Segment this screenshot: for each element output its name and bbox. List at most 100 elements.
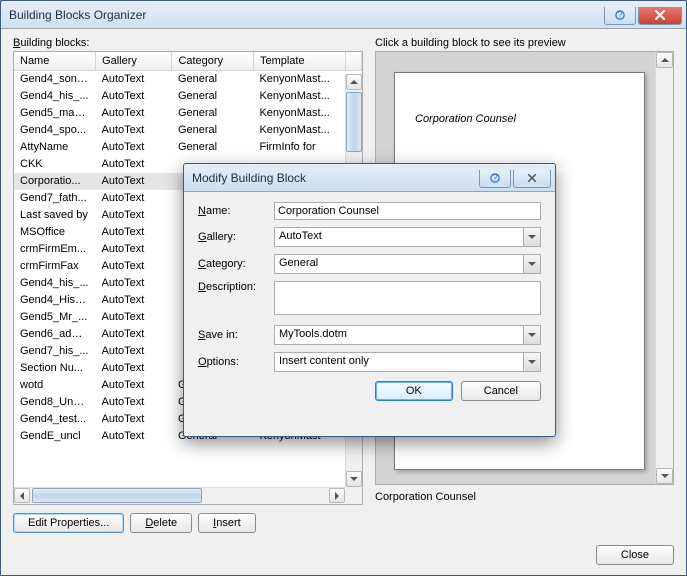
cell-gallery: AutoText (96, 207, 172, 224)
cell-gallery: AutoText (96, 224, 172, 241)
label-options: Options: (198, 356, 268, 368)
titlebar: Building Blocks Organizer ? (1, 1, 686, 29)
cell-gallery: AutoText (96, 411, 172, 428)
cancel-button[interactable]: Cancel (461, 381, 541, 401)
savein-combo[interactable]: MyTools.dotm (274, 325, 541, 345)
cell-name: Gend4_spo... (14, 122, 96, 139)
cell-name: Gend4_son_... (14, 71, 96, 88)
savein-value: MyTools.dotm (279, 328, 347, 340)
column-header-category[interactable]: Category (172, 52, 254, 71)
column-header-scroll (345, 52, 361, 71)
chevron-down-icon (523, 353, 540, 371)
cell-gallery: AutoText (96, 360, 172, 377)
close-dialog-button[interactable]: Close (596, 545, 674, 565)
scroll-up-icon[interactable] (346, 74, 362, 90)
main-action-row: Edit Properties... Delete Insert (13, 513, 674, 533)
table-row[interactable]: Gend4_his_...AutoTextGeneralKenyonMast..… (14, 88, 362, 105)
building-blocks-label: Building blocks: (13, 37, 363, 49)
help-button[interactable]: ? (604, 7, 636, 25)
label-description: Description: (198, 281, 268, 293)
preview-content: Corporation Counsel (415, 113, 516, 125)
cell-gallery: AutoText (96, 377, 172, 394)
cell-name: Gend5_man... (14, 105, 96, 122)
cell-name: CKK (14, 156, 96, 173)
modify-action-row: OK Cancel (198, 381, 541, 401)
table-row[interactable]: Gend5_man...AutoTextGeneralKenyonMast... (14, 105, 362, 122)
scroll-down-icon[interactable] (656, 468, 673, 484)
scroll-down-icon[interactable] (346, 471, 362, 487)
scroll-corner (345, 487, 362, 504)
edit-properties-button[interactable]: Edit Properties... (13, 513, 124, 533)
preview-caption: Corporation Counsel (375, 489, 674, 505)
preview-label: Click a building block to see its previe… (375, 37, 674, 49)
cell-template: KenyonMast... (253, 122, 345, 139)
cell-gallery: AutoText (96, 139, 172, 156)
cell-gallery: AutoText (96, 88, 172, 105)
cell-template: KenyonMast... (253, 71, 345, 88)
options-combo[interactable]: Insert content only (274, 352, 541, 372)
cell-name: Gend4_His_... (14, 292, 96, 309)
delete-button[interactable]: Delete (130, 513, 192, 533)
scroll-up-icon[interactable] (656, 52, 673, 68)
cell-name: wotd (14, 377, 96, 394)
cell-gallery: AutoText (96, 309, 172, 326)
cell-gallery: AutoText (96, 122, 172, 139)
cell-name: MSOffice (14, 224, 96, 241)
scroll-left-icon[interactable] (14, 488, 30, 503)
column-header-gallery[interactable]: Gallery (96, 52, 172, 71)
cell-name: crmFirmEm... (14, 241, 96, 258)
cell-name: Gend7_fath... (14, 190, 96, 207)
table-row[interactable]: Gend4_son_...AutoTextGeneralKenyonMast..… (14, 71, 362, 88)
window-title: Building Blocks Organizer (9, 8, 604, 22)
cell-gallery: AutoText (96, 156, 172, 173)
cell-name: Section Nu... (14, 360, 96, 377)
label-name: Name: (198, 205, 268, 217)
chevron-down-icon (523, 228, 540, 246)
cell-category: General (172, 71, 254, 88)
gallery-value: AutoText (279, 230, 322, 242)
modify-help-button[interactable]: ? (479, 170, 511, 188)
options-value: Insert content only (279, 355, 369, 367)
cell-name: Gend4_his_... (14, 88, 96, 105)
cell-category: General (172, 88, 254, 105)
cell-name: AttyName (14, 139, 96, 156)
cell-name: Last saved by (14, 207, 96, 224)
gallery-combo[interactable]: AutoText (274, 227, 541, 247)
cell-gallery: AutoText (96, 241, 172, 258)
cell-category: General (172, 122, 254, 139)
cell-gallery: AutoText (96, 394, 172, 411)
table-row[interactable]: Gend4_spo...AutoTextGeneralKenyonMast... (14, 122, 362, 139)
cell-gallery: AutoText (96, 258, 172, 275)
cell-gallery: AutoText (96, 173, 172, 190)
scroll-thumb[interactable] (346, 92, 362, 152)
svg-text:?: ? (492, 173, 497, 183)
preview-scrollbar[interactable] (655, 52, 673, 484)
description-input[interactable] (274, 281, 541, 315)
insert-button[interactable]: Insert (198, 513, 256, 533)
column-header-template[interactable]: Template (253, 52, 345, 71)
scroll-right-icon[interactable] (329, 488, 345, 503)
modify-titlebar: Modify Building Block ? (184, 164, 555, 192)
modify-building-block-dialog: Modify Building Block ? Name: Gallery: A… (183, 163, 556, 437)
label-savein: Save in: (198, 329, 268, 341)
close-button[interactable] (638, 7, 682, 25)
scroll-thumb-h[interactable] (32, 488, 202, 503)
row-savein: Save in: MyTools.dotm (198, 325, 541, 345)
horizontal-scrollbar[interactable] (14, 487, 345, 504)
modify-close-button[interactable] (513, 170, 551, 188)
cell-name: Gend8_Uncl... (14, 394, 96, 411)
table-row[interactable]: AttyNameAutoTextGeneralFirmInfo for (14, 139, 362, 156)
close-icon (654, 9, 666, 21)
name-input[interactable] (274, 202, 541, 220)
cell-name: Gend4_test... (14, 411, 96, 428)
cell-gallery: AutoText (96, 326, 172, 343)
ok-button[interactable]: OK (375, 381, 453, 401)
category-combo[interactable]: General (274, 254, 541, 274)
category-value: General (279, 257, 318, 269)
close-row: Close (13, 545, 674, 565)
column-header-name[interactable]: Name (14, 52, 96, 71)
svg-text:?: ? (617, 10, 622, 20)
row-gallery: Gallery: AutoText (198, 227, 541, 247)
help-icon: ? (615, 10, 625, 20)
chevron-down-icon (523, 326, 540, 344)
